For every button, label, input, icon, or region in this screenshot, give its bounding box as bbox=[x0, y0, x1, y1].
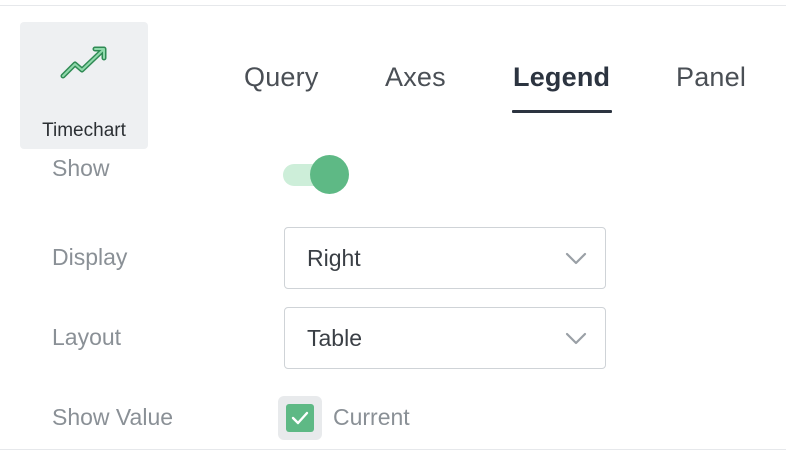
top-divider bbox=[0, 5, 786, 6]
tab-query[interactable]: Query bbox=[244, 62, 319, 93]
visualization-type-button[interactable]: Timechart bbox=[20, 22, 148, 149]
visualization-type-label: Timechart bbox=[42, 120, 126, 141]
chevron-down-icon bbox=[565, 252, 587, 265]
tab-legend[interactable]: Legend bbox=[513, 62, 610, 93]
current-checkbox-label[interactable]: Current bbox=[333, 404, 410, 431]
checkbox-box bbox=[286, 404, 314, 432]
show-legend-toggle[interactable] bbox=[283, 155, 349, 195]
show-label: Show bbox=[52, 155, 110, 181]
checkmark-icon bbox=[291, 411, 309, 425]
current-checkbox[interactable] bbox=[278, 396, 322, 440]
display-select[interactable]: Right bbox=[284, 227, 606, 289]
chevron-down-icon bbox=[565, 332, 587, 345]
display-select-value: Right bbox=[307, 245, 361, 271]
tab-panel[interactable]: Panel bbox=[676, 62, 746, 93]
toggle-knob bbox=[310, 155, 349, 194]
show-value-label: Show Value bbox=[52, 404, 174, 430]
tab-axes[interactable]: Axes bbox=[385, 62, 446, 93]
active-tab-indicator bbox=[512, 110, 612, 113]
display-label: Display bbox=[52, 244, 128, 270]
layout-select-value: Table bbox=[307, 325, 362, 351]
layout-label: Layout bbox=[52, 324, 122, 350]
bottom-divider bbox=[0, 449, 786, 450]
layout-select[interactable]: Table bbox=[284, 307, 606, 369]
trend-chart-icon bbox=[60, 46, 107, 79]
